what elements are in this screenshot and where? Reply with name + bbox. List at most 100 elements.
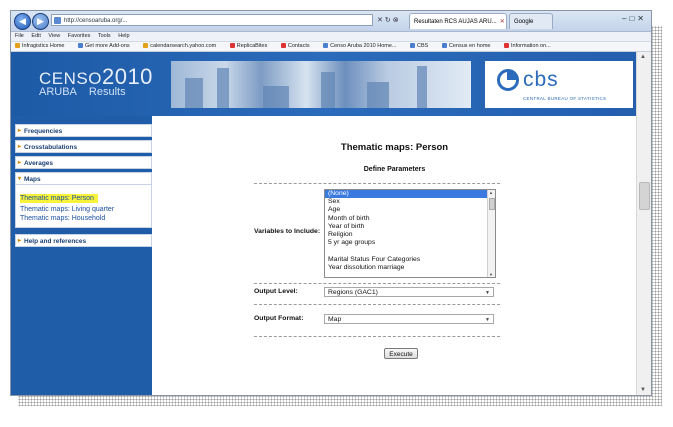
scroll-thumb[interactable] <box>489 198 495 210</box>
chevron-down-icon: ▾ <box>18 176 22 182</box>
chevron-right-icon: ▸ <box>18 144 22 150</box>
main-content: Thematic maps: Person Define Parameters … <box>152 116 637 395</box>
page-icon <box>323 43 329 49</box>
list-option[interactable]: Sex <box>325 198 495 206</box>
page-icon <box>441 43 447 49</box>
nav-crosstabulations[interactable]: ▸ Crosstabulations <box>15 140 152 153</box>
page-icon <box>410 43 416 49</box>
list-option[interactable]: Marital Status Four Categories <box>325 256 495 264</box>
cbs-tagline: CENTRAL BUREAU OF STATISTICS <box>523 96 607 101</box>
divider <box>254 283 500 284</box>
address-tools-icons[interactable]: ✕↻⊗ <box>377 16 401 24</box>
execute-button[interactable]: Execute <box>384 348 418 359</box>
favorite-link[interactable]: Infragistics Home <box>15 43 71 49</box>
listbox-scrollbar[interactable]: ▲ ▼ <box>487 190 495 277</box>
list-option[interactable]: Month of birth <box>325 215 495 223</box>
favorite-link[interactable]: calendarsearch.yahoo.com <box>143 43 222 49</box>
tab-label: Google <box>514 19 534 25</box>
chevron-right-icon: ▸ <box>18 160 22 166</box>
page-icon <box>504 43 509 49</box>
menu-edit[interactable]: Edit <box>31 33 40 39</box>
list-option[interactable] <box>325 247 495 255</box>
list-option[interactable]: Age <box>325 206 495 214</box>
list-option[interactable]: Year of birth <box>325 223 495 231</box>
menu-file[interactable]: File <box>15 33 24 39</box>
logo-results: Results <box>88 86 126 98</box>
output-level-select[interactable]: Regions (GAC1) ▼ <box>324 287 494 297</box>
chevron-right-icon: ▸ <box>18 238 22 244</box>
list-option[interactable]: 5 yr age groups <box>325 239 495 247</box>
logo-aruba: ARUBA <box>39 86 77 98</box>
nav-thematic-maps-household[interactable]: Thematic maps: Household <box>20 214 151 223</box>
tab-google[interactable]: Google <box>509 13 553 29</box>
favorite-link[interactable]: Census en home <box>441 43 497 49</box>
menu-favorites[interactable]: Favorites <box>68 33 91 39</box>
addon-icon <box>78 43 84 49</box>
chevron-down-icon: ▼ <box>485 290 490 296</box>
web-page: CENSO2010 ARUBA Results cbs CENTRAL BUREA… <box>11 52 637 395</box>
chevron-down-icon: ▼ <box>485 317 490 323</box>
star-icon <box>15 43 20 49</box>
variables-listbox[interactable]: (None) Sex Age Month of birth Year of bi… <box>324 189 496 278</box>
select-value: Regions (GAC1) <box>328 289 378 296</box>
forward-icon[interactable]: ▶ <box>32 13 49 30</box>
tab-results[interactable]: Resultaten RCS AUJAS ARU... ✕ <box>409 13 507 29</box>
page-icon <box>229 43 235 49</box>
nav-label: Crosstabulations <box>24 144 78 151</box>
menu-help[interactable]: Help <box>118 33 129 39</box>
nav-averages[interactable]: ▸ Averages <box>15 156 152 169</box>
address-text: http://censoaruba.org/... <box>64 18 128 24</box>
nav-label: Help and references <box>24 238 87 245</box>
address-bar[interactable]: http://censoaruba.org/... <box>51 14 373 26</box>
nav-maps[interactable]: ▾ Maps <box>15 172 152 185</box>
list-option[interactable]: Religion <box>325 231 495 239</box>
tab-label: Resultaten RCS AUJAS ARU... <box>414 19 497 25</box>
favorite-link[interactable]: Get more Add-ons <box>78 43 136 49</box>
output-level-label: Output Level: <box>254 288 298 295</box>
variables-label: Variables to Include: <box>254 228 321 235</box>
nav-thematic-maps-person[interactable]: Thematic maps: Person <box>20 194 98 203</box>
chevron-right-icon: ▸ <box>18 128 22 134</box>
page-scrollbar[interactable]: ▲ ▼ <box>636 52 651 395</box>
page-subtitle: Define Parameters <box>363 166 426 173</box>
favorite-link[interactable]: Contacts <box>280 43 316 49</box>
browser-window: ◀ ▶ http://censoaruba.org/... ✕↻⊗ Result… <box>10 10 652 396</box>
back-icon[interactable]: ◀ <box>14 13 31 30</box>
scroll-down-icon[interactable]: ▼ <box>640 387 646 393</box>
nav-thematic-maps-living-quarter[interactable]: Thematic maps: Living quarter <box>20 205 151 214</box>
cbs-logo-text: cbs <box>523 68 559 91</box>
page-icon <box>280 43 286 49</box>
output-format-select[interactable]: Map ▼ <box>324 314 494 324</box>
scroll-thumb[interactable] <box>639 182 650 210</box>
divider <box>254 304 500 305</box>
cbs-logo-icon <box>497 69 519 91</box>
scroll-down-icon[interactable]: ▼ <box>489 272 493 277</box>
browser-titlebar: ◀ ▶ http://censoaruba.org/... ✕↻⊗ Result… <box>11 11 651 32</box>
favorite-link[interactable]: ReplicaBites <box>229 43 274 49</box>
divider <box>254 183 500 184</box>
favorite-link[interactable]: CBS <box>410 43 434 49</box>
nav-help-and-references[interactable]: ▸ Help and references <box>15 234 152 247</box>
page-icon <box>54 17 61 24</box>
favorite-link[interactable]: Information on... <box>504 43 557 49</box>
scroll-up-icon[interactable]: ▲ <box>640 54 646 60</box>
banner-photo <box>171 61 471 108</box>
window-controls[interactable]: –□✕ <box>622 14 647 23</box>
list-option[interactable]: (None) <box>325 190 495 199</box>
nav-frequencies[interactable]: ▸ Frequencies <box>15 124 152 137</box>
logo-subtitle: ARUBA Results <box>39 86 126 98</box>
favorites-bar: Infragistics Home Get more Add-ons calen… <box>11 42 651 52</box>
favorite-link[interactable]: Censo Aruba 2010 Home... <box>323 43 402 49</box>
menu-tools[interactable]: Tools <box>98 33 111 39</box>
close-icon[interactable]: ✕ <box>500 19 505 25</box>
nav-label: Frequencies <box>24 128 63 135</box>
menu-view[interactable]: View <box>48 33 60 39</box>
left-navigation: ▸ Frequencies ▸ Crosstabulations ▸ Averages… <box>11 116 152 395</box>
page-title: Thematic maps: Person <box>340 142 449 153</box>
page-icon <box>143 43 149 49</box>
output-format-label: Output Format: <box>254 315 304 322</box>
list-option[interactable]: Year dissolution marriage <box>325 264 495 272</box>
cbs-logo[interactable]: cbs CENTRAL BUREAU OF STATISTICS <box>485 61 633 108</box>
scroll-up-icon[interactable]: ▲ <box>489 190 493 195</box>
divider <box>254 336 500 337</box>
